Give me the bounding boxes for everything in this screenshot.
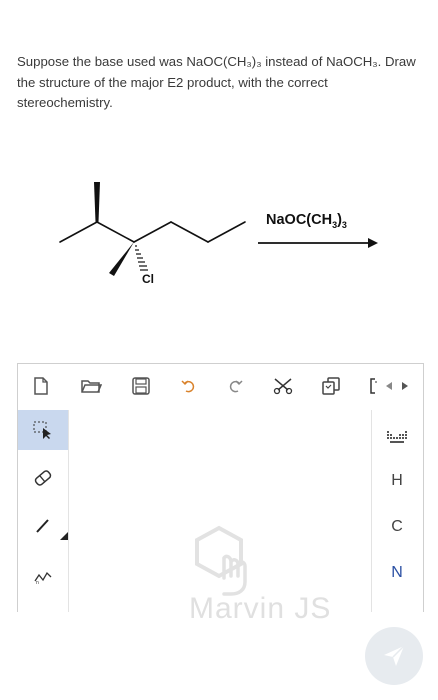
submenu-indicator-icon	[60, 532, 68, 540]
arrow-left-icon[interactable]	[382, 373, 396, 399]
marvin-watermark: Marvin JS	[169, 520, 330, 625]
copy-icon[interactable]	[318, 373, 344, 399]
new-document-icon[interactable]	[28, 373, 54, 399]
question-text: Suppose the base used was NaOC(CH₃)₃ ins…	[17, 54, 416, 110]
structure-editor: n Marvin JS H C N	[17, 363, 424, 625]
send-button[interactable]	[365, 627, 423, 685]
marvin-logo-icon	[195, 525, 247, 596]
reagent-text: NaOC(CH	[266, 212, 333, 228]
atom-c-button[interactable]: C	[371, 510, 423, 544]
reaction-scheme: Cl NaOC(CH3)3	[0, 170, 438, 300]
leaving-group-label: Cl	[142, 272, 154, 286]
right-toolbar: H C N	[371, 410, 423, 612]
bond	[96, 221, 135, 243]
editor-toolbar	[18, 364, 423, 410]
hash-bond	[135, 245, 148, 271]
send-icon	[384, 645, 405, 666]
eraser-icon[interactable]	[18, 458, 68, 498]
redo-icon[interactable]	[222, 373, 248, 399]
bond	[59, 221, 98, 243]
svg-text:n: n	[36, 580, 39, 585]
chain-icon[interactable]: n	[18, 556, 68, 596]
reagent-label: NaOC(CH3)3	[266, 212, 347, 230]
select-icon[interactable]	[18, 410, 68, 450]
open-folder-icon[interactable]	[78, 373, 104, 399]
bond	[170, 221, 209, 243]
periodic-table-icon[interactable]	[371, 420, 423, 454]
save-icon[interactable]	[128, 373, 154, 399]
watermark-text: Marvin JS	[189, 592, 332, 625]
bracket-icon[interactable]	[364, 373, 382, 399]
undo-icon[interactable]	[176, 373, 202, 399]
atom-h-button[interactable]: H	[371, 464, 423, 498]
arrow-right-icon[interactable]	[398, 373, 412, 399]
atom-n-button[interactable]: N	[371, 556, 423, 590]
wedge-bond	[94, 182, 100, 222]
cut-icon[interactable]	[270, 373, 296, 399]
single-bond-icon[interactable]	[18, 506, 68, 546]
wedge-bond	[109, 242, 134, 276]
drawing-canvas[interactable]: Marvin JS	[68, 410, 372, 625]
bond	[133, 221, 172, 243]
reactant-structure	[59, 182, 378, 276]
reaction-arrowhead	[368, 238, 378, 248]
bond	[207, 221, 246, 243]
reagent-subscript: 3	[341, 219, 347, 230]
left-toolbar: n	[18, 410, 68, 612]
